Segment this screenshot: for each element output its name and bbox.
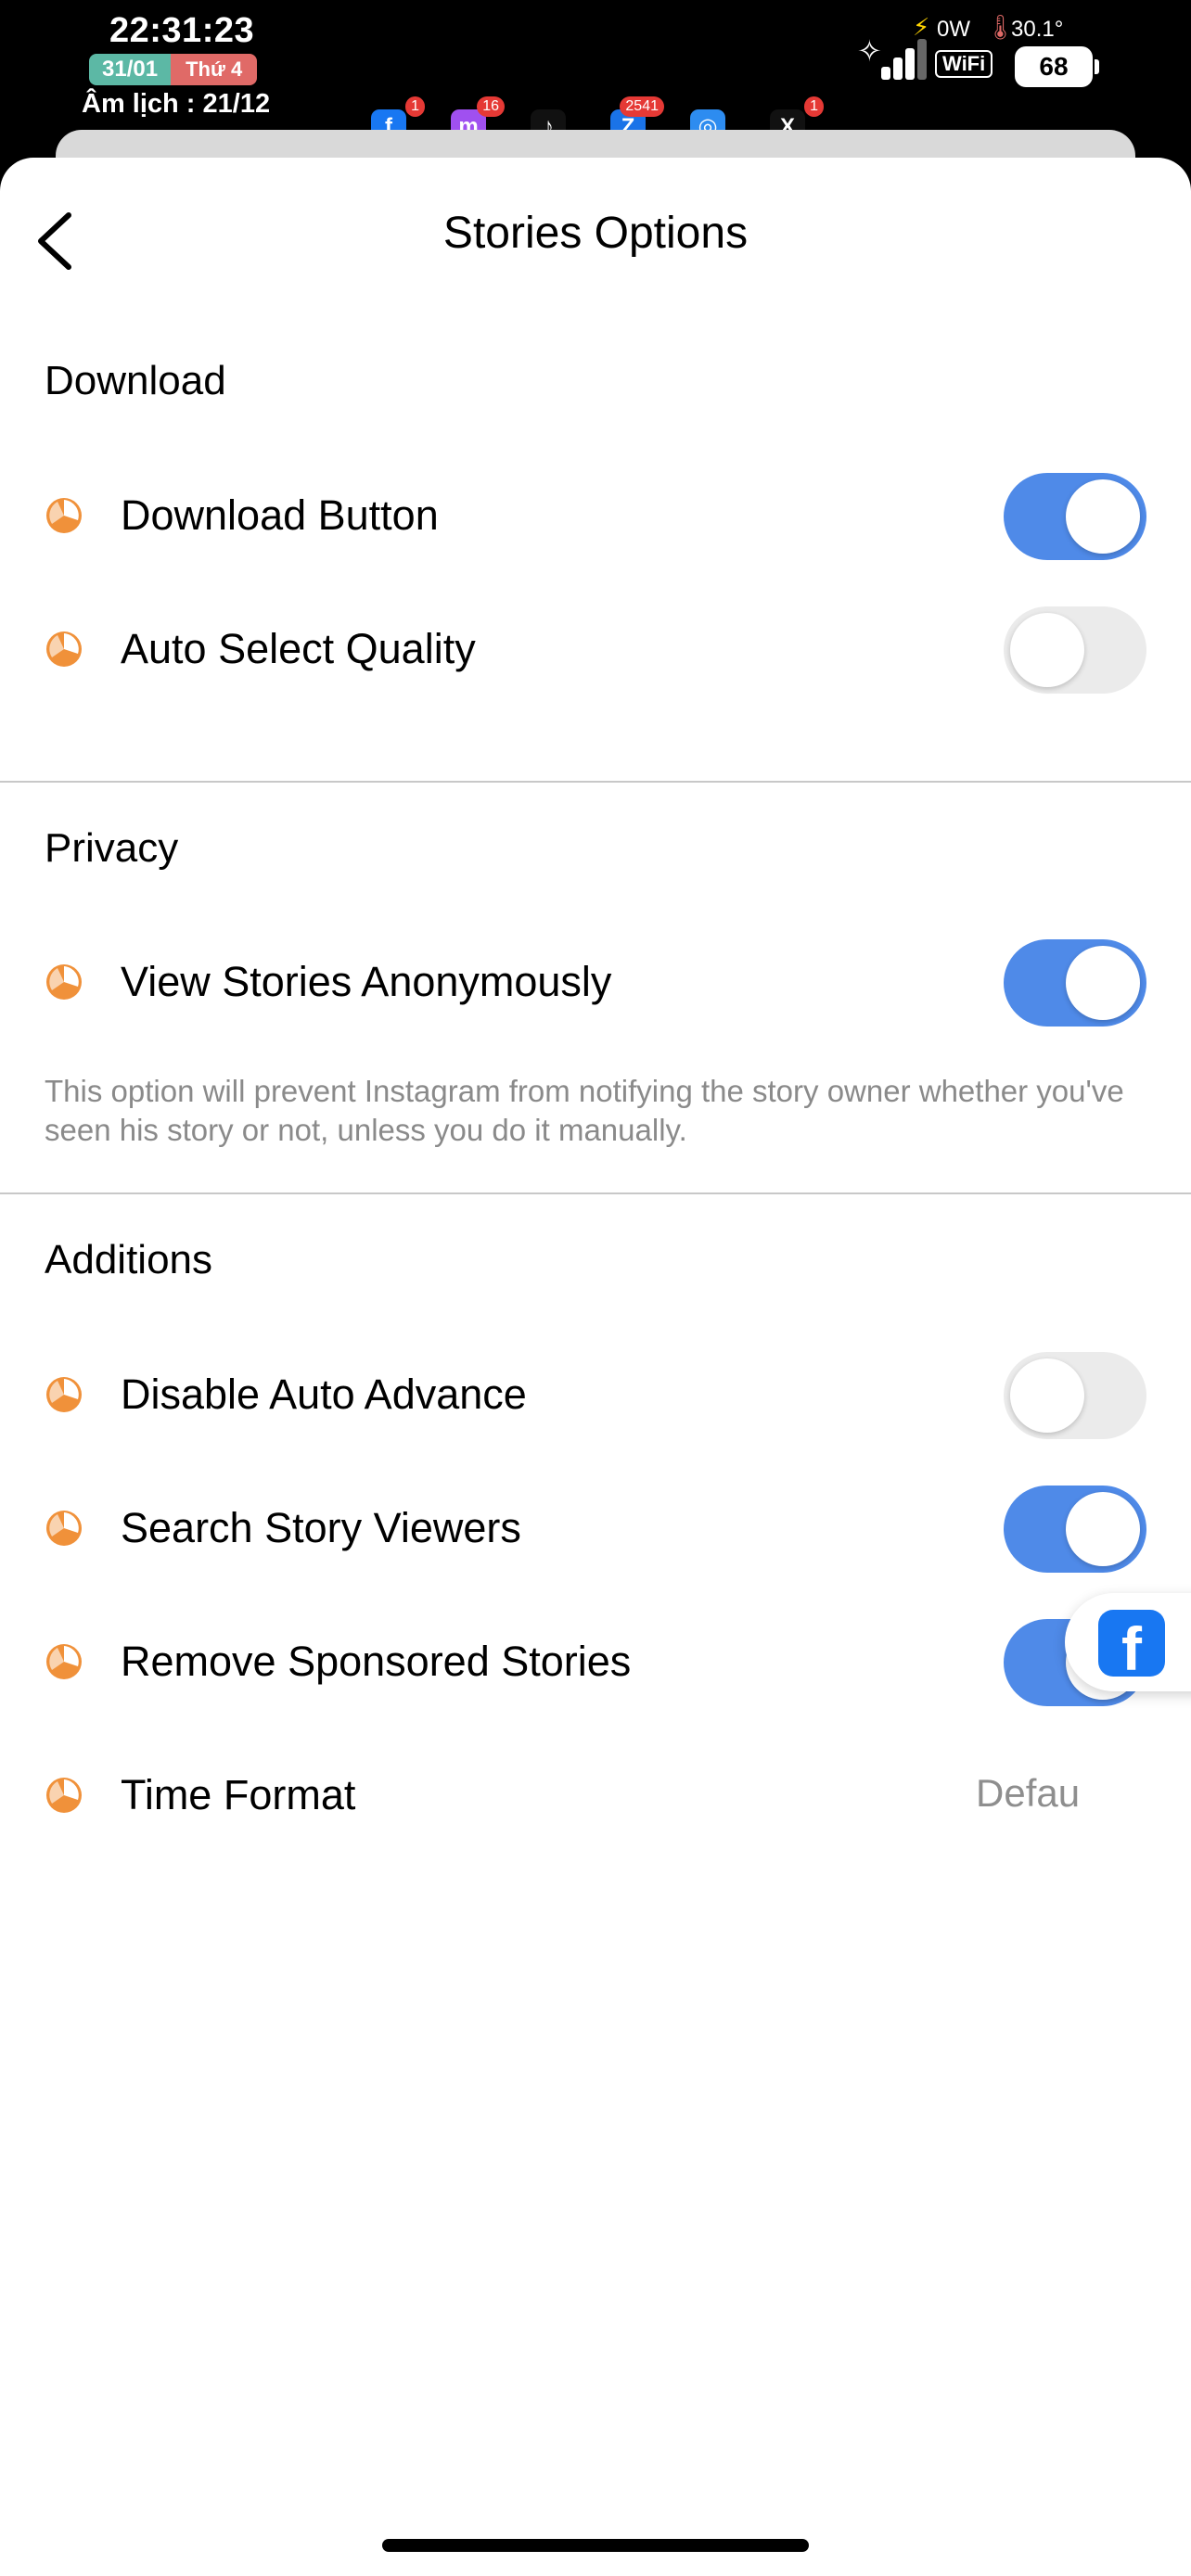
item-icon: [46, 498, 82, 533]
sparkle-icon: ✧: [857, 34, 882, 68]
row-view-stories-anonymously: View Stories Anonymously: [0, 930, 1191, 1032]
notification-badge: 2541: [620, 96, 664, 117]
power-readout: 0W: [937, 17, 970, 42]
remove-sponsored-stories-label: Remove Sponsored Stories: [121, 1638, 632, 1685]
section-divider: [0, 781, 1191, 783]
time-format-label: Time Format: [121, 1771, 356, 1818]
item-icon: [46, 1644, 82, 1679]
search-story-viewers-label: Search Story Viewers: [121, 1504, 521, 1551]
item-icon: [46, 1778, 82, 1813]
item-icon: [46, 1511, 82, 1546]
facebook-icon: f: [1098, 1610, 1165, 1683]
row-search-story-viewers: Search Story Viewers: [0, 1476, 1191, 1578]
auto-select-quality-toggle[interactable]: [1004, 606, 1146, 694]
disable-auto-advance-toggle[interactable]: [1004, 1352, 1146, 1439]
lunar-date: Âm lịch : 21/12: [82, 89, 271, 119]
notification-badge: 16: [477, 96, 505, 117]
disable-auto-advance-label: Disable Auto Advance: [121, 1371, 527, 1418]
section-title-additions: Additions: [45, 1237, 213, 1282]
section-title-download: Download: [45, 358, 226, 403]
view-stories-anonymously-toggle[interactable]: [1004, 939, 1146, 1027]
temperature-readout: 30.1°: [1011, 17, 1064, 42]
battery-icon: 68: [1015, 46, 1099, 87]
row-download-button: Download Button: [0, 464, 1191, 566]
status-time: 22:31:23: [109, 11, 255, 50]
auto-select-quality-label: Auto Select Quality: [121, 625, 476, 672]
row-disable-auto-advance: Disable Auto Advance: [0, 1343, 1191, 1445]
battery-level: 68: [1039, 52, 1069, 81]
row-time-format[interactable]: Time Format Defau: [0, 1743, 1191, 1845]
charging-icon: ⚡: [913, 13, 930, 41]
status-indicators: ✧ ⚡ 0W 🌡 30.1° WiFi 68: [857, 9, 1191, 93]
home-indicator[interactable]: [382, 2539, 809, 2552]
section-title-privacy: Privacy: [45, 825, 179, 871]
notification-badge: 1: [405, 96, 425, 117]
section-divider: [0, 1192, 1191, 1194]
view-stories-anonymously-label: View Stories Anonymously: [121, 958, 612, 1005]
row-auto-select-quality: Auto Select Quality: [0, 597, 1191, 699]
time-format-value: Defau: [976, 1771, 1081, 1815]
page-title: Stories Options: [442, 209, 749, 258]
wifi-icon: WiFi: [935, 50, 993, 78]
privacy-note: This option will prevent Instagram from …: [45, 1074, 1124, 1147]
search-story-viewers-toggle[interactable]: [1004, 1486, 1146, 1573]
row-remove-sponsored-stories: Remove Sponsored Stories: [0, 1610, 1191, 1712]
download-button-label: Download Button: [121, 491, 439, 539]
stories-options-sheet: Stories Options Download Download Button…: [0, 158, 1191, 2576]
item-icon: [46, 964, 82, 1000]
item-icon: [46, 1377, 82, 1412]
item-icon: [46, 631, 82, 667]
floating-facebook-bubble[interactable]: f: [1065, 1593, 1191, 1691]
weekday-label: Thứ 4: [171, 54, 258, 85]
download-button-toggle[interactable]: [1004, 473, 1146, 560]
notification-badge: 1: [804, 96, 824, 117]
date-label: 31/01: [89, 54, 172, 85]
date-pill: 31/01 Thứ 4: [89, 54, 258, 85]
